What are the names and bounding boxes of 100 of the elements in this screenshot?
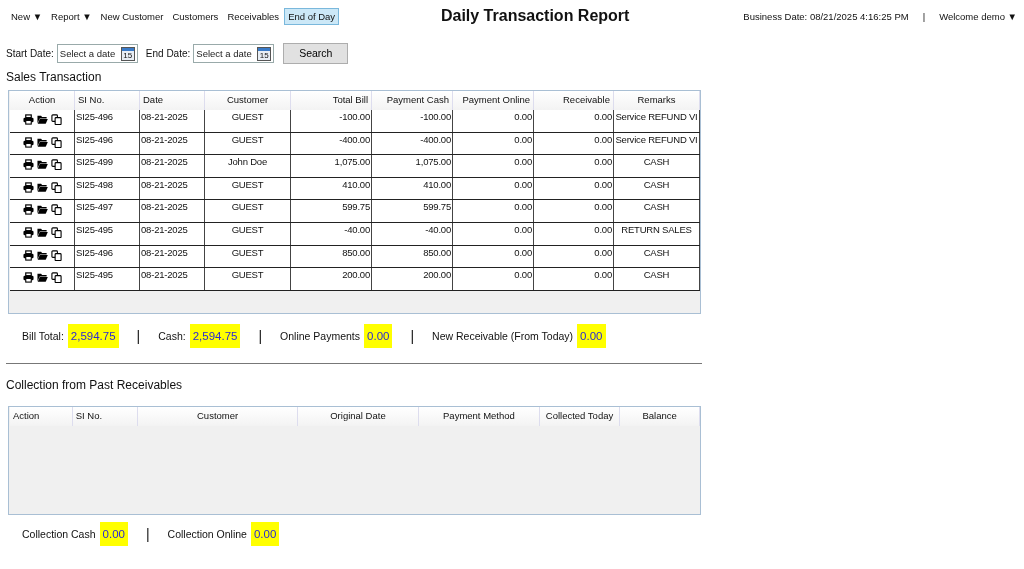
payment-cash-cell: -40.00 [372,222,453,245]
folder-icon[interactable] [36,114,48,125]
remarks-cell: RETURN SALES [614,222,700,245]
payment-cash-cell: -100.00 [372,110,453,132]
search-button[interactable]: Search [283,42,349,64]
customer-cell: GUEST [205,200,291,222]
column-header[interactable]: Collected Today [539,407,621,426]
total-value: 2,594.75 [189,324,241,348]
separator: | [145,526,150,542]
remarks-cell: CASH [614,200,700,222]
menu-item[interactable]: Report ▼ [47,7,96,25]
customer-cell: GUEST [205,222,291,245]
customer-cell: GUEST [205,268,291,290]
total-value: 2,594.75 [67,324,119,348]
copy-icon[interactable] [50,249,62,261]
folder-icon[interactable] [36,204,48,216]
menu-item[interactable]: New ▼ [7,7,47,25]
folder-icon[interactable] [36,136,48,148]
column-header[interactable]: Original Date [297,407,420,426]
folder-icon[interactable] [36,249,48,261]
receivable-cell: 0.00 [534,245,614,268]
user-menu[interactable]: Welcome demo ▼ [939,10,1017,22]
customer-cell: John Doe [205,155,291,177]
customer-cell: GUEST [205,110,291,132]
total-bill-cell: 599.75 [291,200,372,222]
total-label: New Receivable (From Today) [432,330,574,342]
total-label: Collection Cash [22,528,96,540]
si-number-cell: SI25-495 [75,222,140,245]
total-label: Collection Online [167,528,247,540]
folder-icon[interactable] [36,181,48,193]
separator: | [258,328,263,344]
column-header[interactable]: SI No. [72,407,139,426]
payment-cash-cell: -400.00 [372,132,453,155]
copy-icon[interactable] [50,272,62,284]
payment-cash-cell: 1,075.00 [372,155,453,177]
date-cell: 08-21-2025 [140,245,205,268]
column-header[interactable]: Action [10,407,73,426]
copy-icon[interactable] [50,114,62,125]
page-title: Daily Transaction Report [439,7,631,25]
printer-icon[interactable] [22,204,34,216]
folder-icon[interactable] [36,226,48,238]
total-bill-cell: 200.00 [291,268,372,290]
menu-item[interactable]: New Customer [96,7,168,25]
receivable-cell: 0.00 [534,222,614,245]
payment-online-cell: 0.00 [453,155,534,177]
remarks-cell: CASH [614,177,700,200]
receivable-cell: 0.00 [534,110,614,132]
section-heading: Collection from Past Receivables [5,377,184,394]
remarks-cell: CASH [614,268,700,290]
si-number-cell: SI25-495 [75,268,140,290]
total-bill-cell: -100.00 [291,110,372,132]
printer-icon[interactable] [22,181,34,193]
folder-icon[interactable] [36,159,48,171]
date-cell: 08-21-2025 [140,110,205,132]
separator: | [136,328,141,344]
si-number-cell: SI25-498 [75,177,140,200]
payment-online-cell: 0.00 [453,177,534,200]
remarks-cell: CASH [614,155,700,177]
payment-cash-cell: 599.75 [372,200,453,222]
date-cell: 08-21-2025 [140,200,205,222]
separator: | [922,10,926,22]
total-value: 0.00 [364,324,393,348]
end-date-label: End Date: [145,47,191,59]
date-cell: 08-21-2025 [140,268,205,290]
total-bill-cell: 1,075.00 [291,155,372,177]
column-header[interactable]: Balance [620,407,700,426]
menu-item[interactable]: Customers [168,7,223,25]
business-date: Business Date: 08/21/2025 4:16:25 PM [743,10,909,22]
printer-icon[interactable] [22,159,34,171]
column-header[interactable]: Payment Method [419,407,540,426]
printer-icon[interactable] [22,114,34,125]
copy-icon[interactable] [50,159,62,171]
start-date-label: Start Date: [6,47,54,59]
printer-icon[interactable] [22,226,34,238]
copy-icon[interactable] [50,181,62,193]
copy-icon[interactable] [50,204,62,216]
menu-item[interactable]: Receivables [223,7,284,25]
si-number-cell: SI25-499 [75,155,140,177]
payment-cash-cell: 410.00 [372,177,453,200]
menu-item[interactable]: End of Day [284,7,340,25]
remarks-cell: CASH [614,245,700,268]
printer-icon[interactable] [22,272,34,284]
total-bill-cell: -40.00 [291,222,372,245]
remarks-cell: Service REFUND VI [614,132,700,155]
column-header[interactable]: Customer [138,407,298,426]
separator: | [410,328,415,344]
section-heading: Sales Transaction [5,69,103,86]
copy-icon[interactable] [50,226,62,238]
si-number-cell: SI25-497 [75,200,140,222]
printer-icon[interactable] [22,249,34,261]
si-number-cell: SI25-496 [75,245,140,268]
receivable-cell: 0.00 [534,268,614,290]
date-cell: 08-21-2025 [140,132,205,155]
payment-online-cell: 0.00 [453,132,534,155]
copy-icon[interactable] [50,136,62,148]
payment-online-cell: 0.00 [453,110,534,132]
date-cell: 08-21-2025 [140,222,205,245]
folder-icon[interactable] [36,272,48,284]
total-label: Cash: [158,330,186,342]
printer-icon[interactable] [22,136,34,148]
